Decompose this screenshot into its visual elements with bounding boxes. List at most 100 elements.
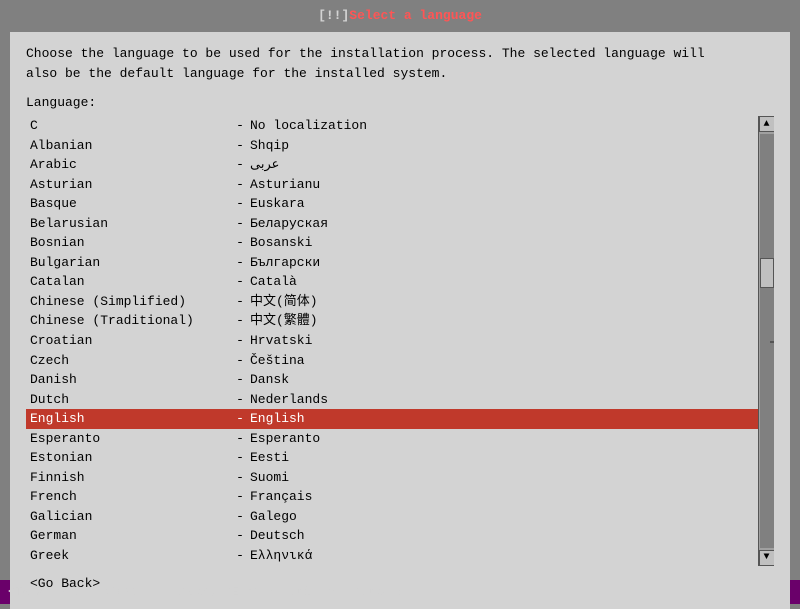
list-item[interactable]: Asturian-Asturianu <box>26 175 758 195</box>
description-line2: also be the default language for the ins… <box>26 66 447 81</box>
lang-name: Czech <box>30 352 230 370</box>
lang-separator: - <box>230 469 250 487</box>
lang-name: Albanian <box>30 137 230 155</box>
lang-native-name: 中文(简体) <box>250 293 318 311</box>
lang-native-name: Català <box>250 273 297 291</box>
lang-separator: - <box>230 508 250 526</box>
lang-native-name: Bosanski <box>250 234 312 252</box>
list-item[interactable]: Czech-Čeština <box>26 351 758 371</box>
list-item[interactable]: Basque-Euskara <box>26 194 758 214</box>
scroll-down-arrow[interactable]: ▼ <box>759 550 775 566</box>
lang-name: English <box>30 410 230 428</box>
list-item[interactable]: Dutch-Nederlands <box>26 390 758 410</box>
window-content: Choose the language to be used for the i… <box>10 32 790 609</box>
scroll-thumb[interactable] <box>760 258 774 288</box>
lang-separator: - <box>230 410 250 428</box>
lang-separator: - <box>230 117 250 135</box>
list-item[interactable]: German-Deutsch <box>26 526 758 546</box>
list-item[interactable]: Danish-Dansk <box>26 370 758 390</box>
lang-name: Danish <box>30 371 230 389</box>
list-item[interactable]: Esperanto-Esperanto <box>26 429 758 449</box>
lang-native-name: Asturianu <box>250 176 320 194</box>
lang-name: Bulgarian <box>30 254 230 272</box>
lang-native-name: Euskara <box>250 195 305 213</box>
language-label: Language: <box>26 95 774 110</box>
lang-native-name: No localization <box>250 117 367 135</box>
lang-separator: - <box>230 430 250 448</box>
lang-separator: - <box>230 312 250 330</box>
description: Choose the language to be used for the i… <box>26 44 774 83</box>
lang-native-name: Hrvatski <box>250 332 312 350</box>
list-item[interactable]: Belarusian-Беларуская <box>26 214 758 234</box>
list-item[interactable]: Finnish-Suomi <box>26 468 758 488</box>
lang-native-name: Nederlands <box>250 391 328 409</box>
lang-native-name: Galego <box>250 508 297 526</box>
list-item[interactable]: Chinese (Traditional)-中文(繁體) <box>26 311 758 331</box>
list-item[interactable]: C-No localization <box>26 116 758 136</box>
lang-name: Chinese (Simplified) <box>30 293 230 311</box>
list-item[interactable]: Greek-Ελληνικά <box>26 546 758 566</box>
list-item[interactable]: English-English <box>26 409 758 429</box>
lang-name: Galician <box>30 508 230 526</box>
list-item[interactable]: French-Français <box>26 487 758 507</box>
lang-native-name: 中文(繁體) <box>250 312 318 330</box>
list-item[interactable]: Catalan-Català <box>26 272 758 292</box>
lang-name: Dutch <box>30 391 230 409</box>
lang-separator: - <box>230 293 250 311</box>
lang-native-name: Esperanto <box>250 430 320 448</box>
description-line1: Choose the language to be used for the i… <box>26 46 705 61</box>
lang-separator: - <box>230 449 250 467</box>
lang-native-name: Беларуская <box>250 215 328 233</box>
list-item[interactable]: Croatian-Hrvatski <box>26 331 758 351</box>
lang-name: Esperanto <box>30 430 230 448</box>
lang-separator: - <box>230 547 250 565</box>
lang-native-name: Shqip <box>250 137 289 155</box>
lang-native-name: Ελληνικά <box>250 547 312 565</box>
lang-native-name: English <box>250 410 305 428</box>
lang-separator: - <box>230 156 250 174</box>
list-item[interactable]: Galician-Galego <box>26 507 758 527</box>
lang-name: German <box>30 527 230 545</box>
lang-separator: - <box>230 352 250 370</box>
list-item[interactable]: Estonian-Eesti <box>26 448 758 468</box>
scroll-track[interactable] <box>760 134 774 548</box>
scrollbar[interactable]: ▲ ▼ <box>758 116 774 566</box>
lang-separator: - <box>230 391 250 409</box>
list-item[interactable]: Albanian-Shqip <box>26 136 758 156</box>
lang-native-name: Dansk <box>250 371 289 389</box>
lang-name: Estonian <box>30 449 230 467</box>
lang-name: Catalan <box>30 273 230 291</box>
lang-native-name: Deutsch <box>250 527 305 545</box>
list-item[interactable]: Bosnian-Bosanski <box>26 233 758 253</box>
list-item[interactable]: Chinese (Simplified)-中文(简体) <box>26 292 758 312</box>
window-title: Select a language <box>349 8 482 23</box>
lang-native-name: Suomi <box>250 469 289 487</box>
lang-name: Arabic <box>30 156 230 174</box>
lang-separator: - <box>230 527 250 545</box>
lang-name: Chinese (Traditional) <box>30 312 230 330</box>
list-item[interactable]: Arabic-عربى <box>26 155 758 175</box>
scroll-tick <box>770 341 774 343</box>
list-item[interactable]: Bulgarian-Български <box>26 253 758 273</box>
scroll-up-arrow[interactable]: ▲ <box>759 116 775 132</box>
lang-name: Asturian <box>30 176 230 194</box>
lang-separator: - <box>230 254 250 272</box>
lang-name: Bosnian <box>30 234 230 252</box>
lang-separator: - <box>230 176 250 194</box>
lang-name: Basque <box>30 195 230 213</box>
lang-name: C <box>30 117 230 135</box>
lang-name: Belarusian <box>30 215 230 233</box>
lang-name: Greek <box>30 547 230 565</box>
lang-native-name: Български <box>250 254 320 272</box>
lang-separator: - <box>230 215 250 233</box>
status-bar-text: <Tab> moves; <Space> selects; <Enter> ac… <box>8 585 404 599</box>
title-bracket-left: [!!] <box>318 8 349 23</box>
language-list[interactable]: C-No localizationAlbanian-ShqipArabic-عر… <box>26 116 758 566</box>
lang-name: French <box>30 488 230 506</box>
lang-separator: - <box>230 234 250 252</box>
lang-separator: - <box>230 488 250 506</box>
lang-separator: - <box>230 273 250 291</box>
lang-name: Croatian <box>30 332 230 350</box>
lang-separator: - <box>230 195 250 213</box>
language-list-container: C-No localizationAlbanian-ShqipArabic-عر… <box>26 116 774 566</box>
